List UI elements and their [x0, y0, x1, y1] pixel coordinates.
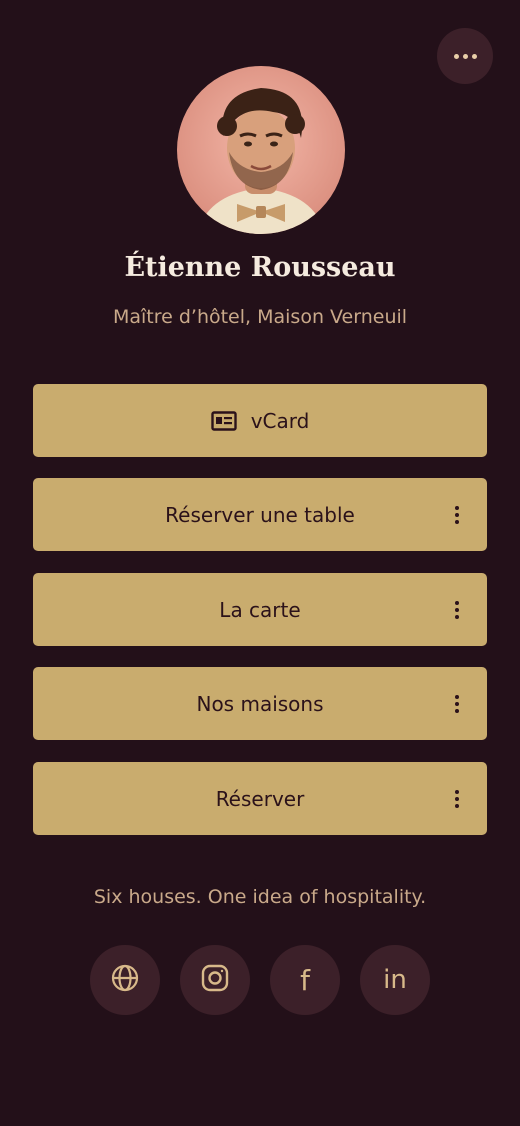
link-reserver-une-table[interactable]: Réserver une table [33, 478, 487, 551]
linkedin-icon: in [383, 965, 407, 995]
kebab-menu-icon[interactable] [449, 503, 465, 527]
more-dot [453, 53, 459, 59]
kebab-menu-icon[interactable] [449, 598, 465, 622]
id-card-icon [210, 410, 237, 431]
avatar [177, 66, 345, 234]
tagline: Six houses. One idea of hospitality. [93, 886, 427, 908]
kebab-menu-icon[interactable] [449, 692, 465, 716]
linkedin-button[interactable]: in [360, 945, 430, 1015]
more-options-button[interactable] [437, 28, 493, 84]
more-dot [471, 53, 477, 59]
link-reserver[interactable]: Réserver [33, 762, 487, 835]
instagram-button[interactable] [180, 945, 250, 1015]
profile-subtitle: Maître d’hôtel, Maison Verneuil [112, 306, 408, 328]
kebab-menu-icon[interactable] [449, 787, 465, 811]
avatar-portrait [177, 66, 345, 234]
vcard-button[interactable]: vCard [33, 384, 487, 457]
facebook-icon: f [300, 963, 310, 997]
website-button[interactable] [90, 945, 160, 1015]
profile-name: Étienne Rousseau [124, 252, 396, 283]
facebook-button[interactable]: f [270, 945, 340, 1015]
vcard-label: vCard [250, 408, 310, 433]
link-label: Nos maisons [196, 691, 324, 716]
globe-icon [110, 963, 140, 997]
link-label: La carte [219, 597, 301, 622]
link-nos-maisons[interactable]: Nos maisons [33, 667, 487, 740]
more-dot [462, 53, 468, 59]
link-label: Réserver une table [165, 502, 355, 527]
link-label: Réserver [215, 786, 305, 811]
instagram-icon [200, 963, 230, 997]
link-la-carte[interactable]: La carte [33, 573, 487, 646]
